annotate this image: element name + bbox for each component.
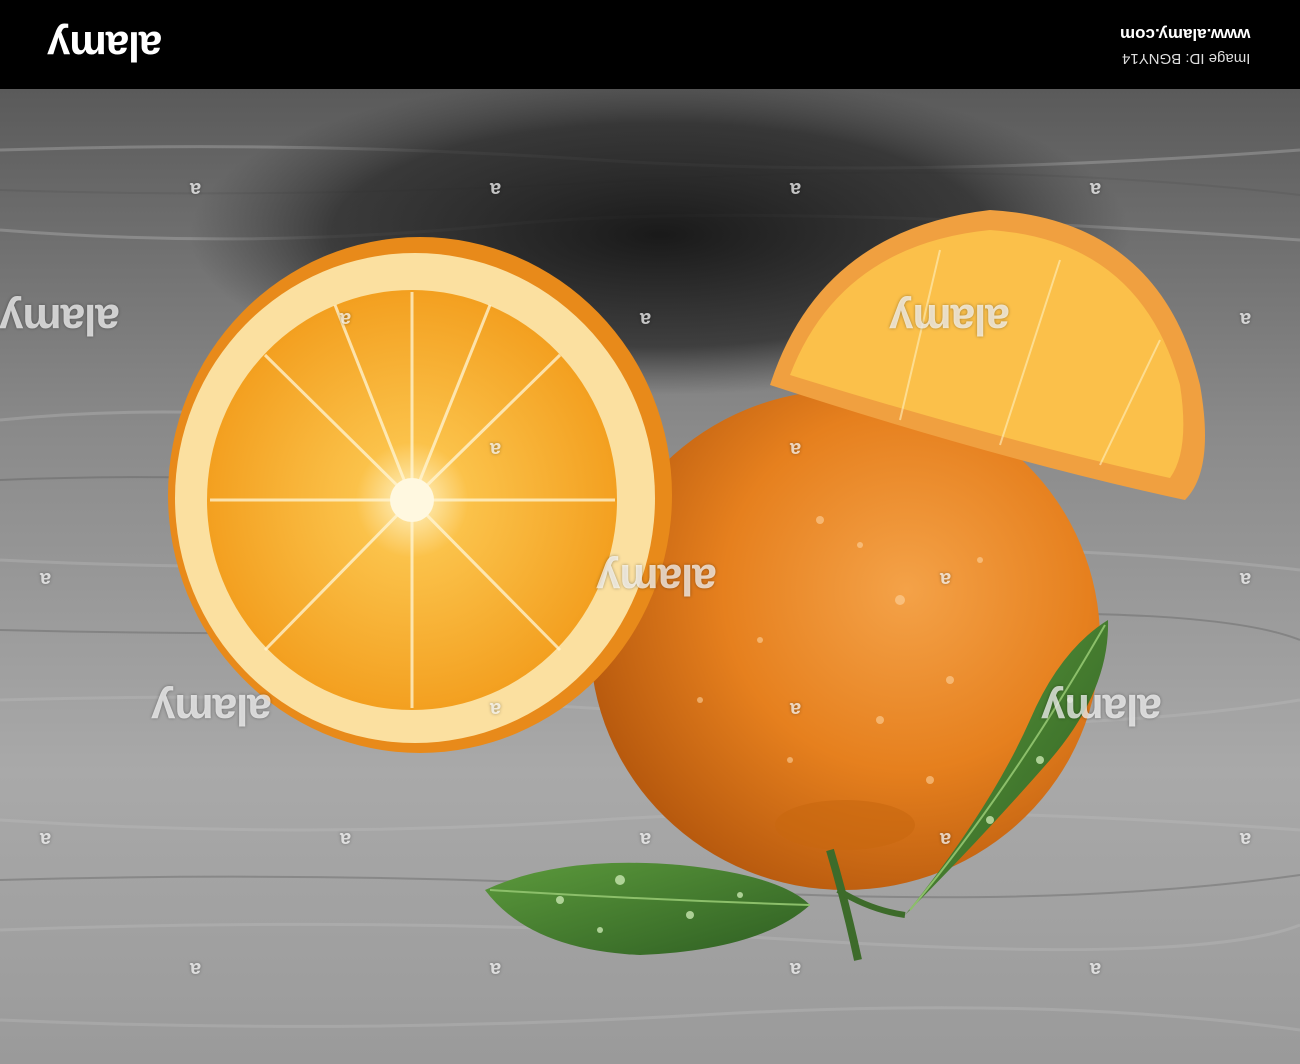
watermark-mark: a — [790, 178, 802, 200]
watermark-mark: a — [790, 698, 802, 720]
watermark-mark: a — [940, 828, 952, 850]
watermark-mark: a — [340, 828, 352, 850]
watermark-logo: alamy — [152, 685, 272, 734]
watermark-mark: a — [940, 568, 952, 590]
watermark-mark: a — [1240, 828, 1252, 850]
watermark-mark: a — [790, 438, 802, 460]
watermark-mark: a — [1240, 568, 1252, 590]
watermark-mark: a — [1090, 958, 1102, 980]
watermark-logo: alamy — [890, 295, 1010, 344]
watermark-logo: alamy — [0, 295, 120, 344]
watermark-mark: a — [340, 308, 352, 330]
watermark-mark: a — [190, 178, 202, 200]
watermark-mark: a — [490, 178, 502, 200]
watermark-mark: a — [790, 958, 802, 980]
watermark-mark: a — [640, 308, 652, 330]
alamy-logo: alamy — [48, 23, 163, 70]
watermark-banner: alamy www.alamy.com Image ID: BGNY14 — [0, 0, 1300, 89]
watermark-mark: a — [40, 828, 52, 850]
watermark-mark: a — [1240, 308, 1252, 330]
watermark-mark: a — [490, 438, 502, 460]
watermark-logo: alamy — [1042, 685, 1162, 734]
image-id: Image ID: BGNY14 — [1121, 50, 1250, 67]
watermark-mark: a — [1090, 178, 1102, 200]
watermark-mark: a — [490, 958, 502, 980]
watermark-mark: a — [490, 698, 502, 720]
stock-photo-page: alamy www.alamy.com Image ID: BGNY14 ala… — [0, 0, 1300, 1064]
site-url: www.alamy.com — [1119, 25, 1250, 44]
watermark-mark: a — [40, 568, 52, 590]
orange-half — [168, 237, 672, 753]
watermark-mark: a — [640, 828, 652, 850]
watermark-mark: a — [190, 958, 202, 980]
orange-photo: alamy alamy alamy alamy alamy a a a a a … — [0, 89, 1300, 1064]
watermark-logo: alamy — [597, 555, 717, 604]
